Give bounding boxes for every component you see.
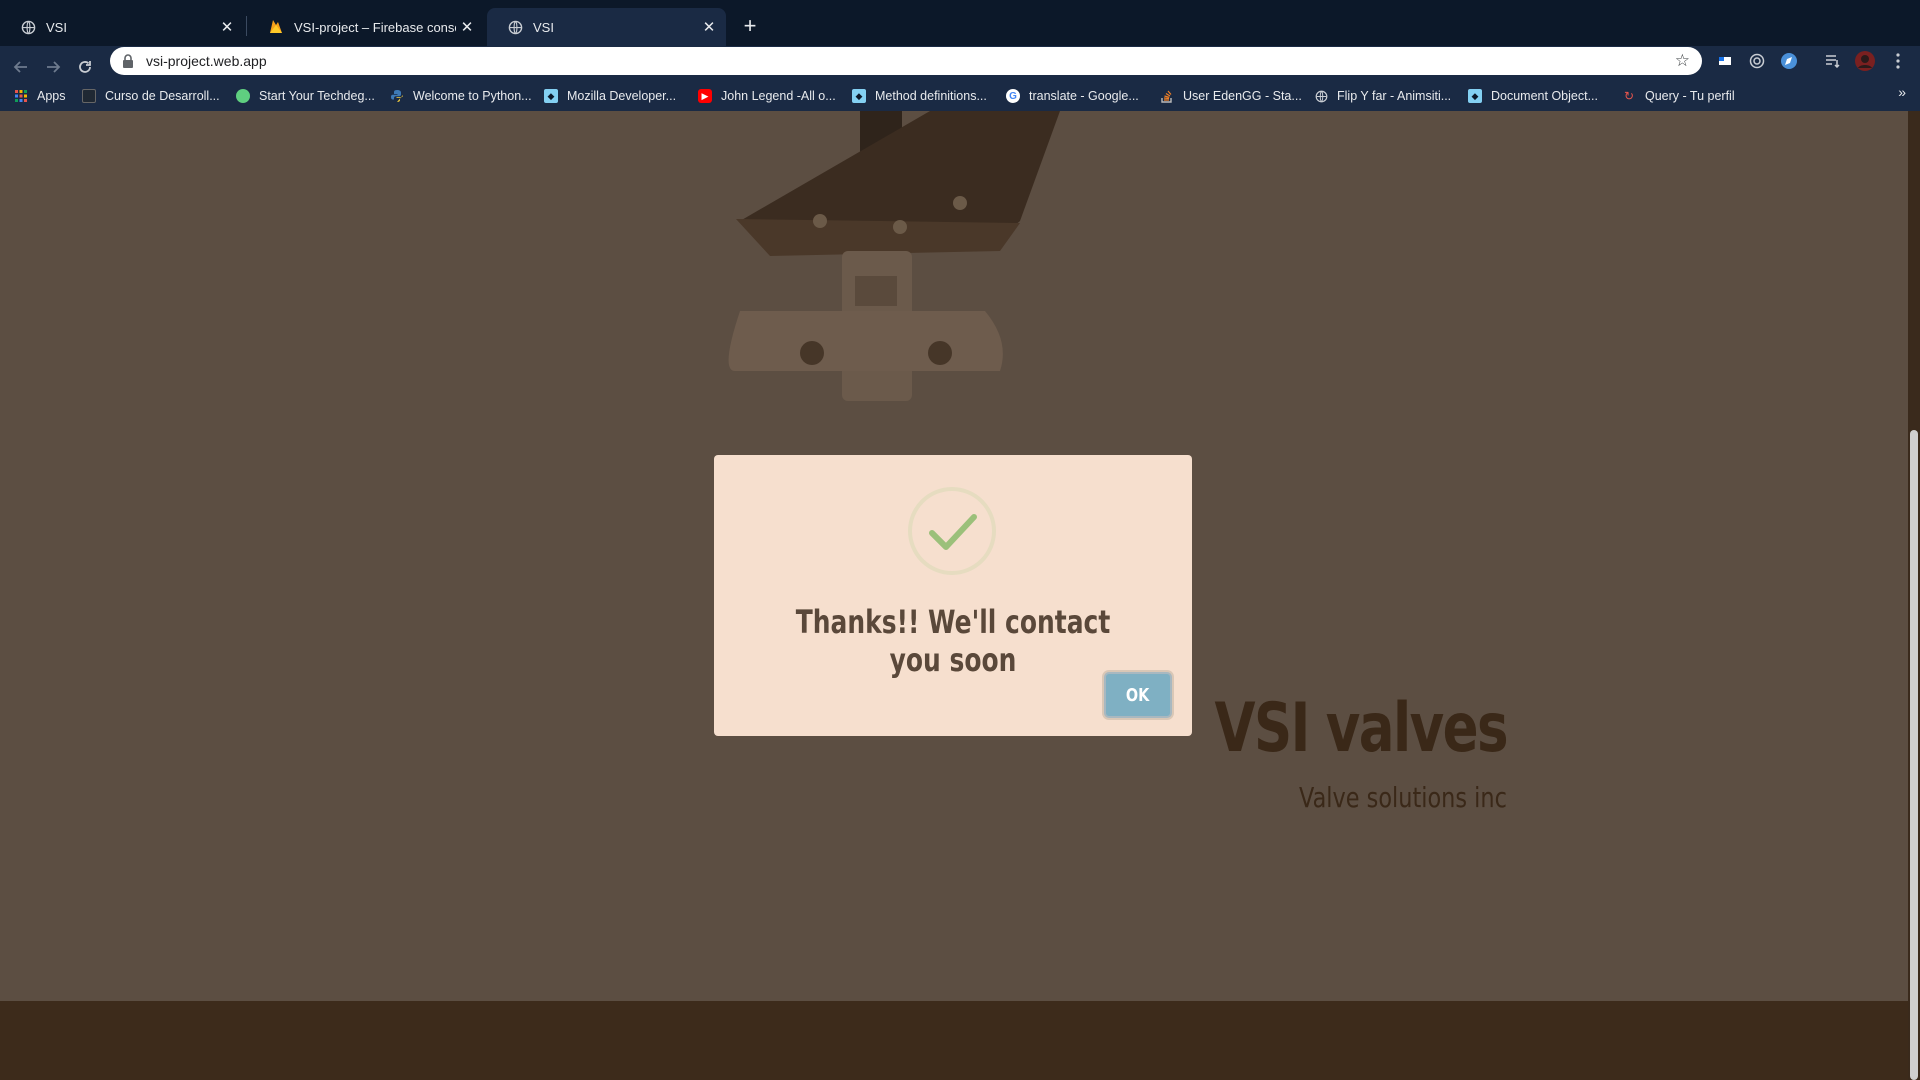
bookmark-john-legend[interactable]: ▶ John Legend -All o... — [698, 86, 836, 106]
bookmark-label: translate - Google... — [1029, 89, 1139, 103]
ok-button-label: OK — [1126, 684, 1150, 706]
back-button[interactable] — [10, 56, 32, 78]
success-dialog: Thanks!! We'll contact you soon OK — [714, 455, 1192, 736]
bookmark-label: Method definitions... — [875, 89, 987, 103]
dialog-message-text: Thanks!! We'll contact you soon — [795, 603, 1111, 679]
stackoverflow-icon — [1160, 89, 1174, 103]
bookmark-python[interactable]: Welcome to Python... — [390, 86, 532, 106]
bookmark-label: Flip Y far - Animsiti... — [1337, 89, 1452, 103]
bookmark-label: Welcome to Python... — [413, 89, 532, 103]
bookmark-curso[interactable]: Curso de Desarroll... — [82, 86, 220, 106]
ok-button[interactable]: OK — [1104, 672, 1172, 718]
globe-icon — [20, 19, 36, 35]
tab-close-icon[interactable]: ✕ — [216, 16, 238, 38]
tab-close-icon[interactable]: ✕ — [698, 16, 720, 38]
footer — [0, 1001, 1908, 1080]
tab-firebase-console[interactable]: VSI-project – Firebase console ✕ — [248, 8, 484, 46]
bookmark-document-object[interactable]: ◆ Document Object... — [1468, 86, 1598, 106]
bookmark-label: Document Object... — [1491, 89, 1598, 103]
bookmark-label: Start Your Techdeg... — [259, 89, 375, 103]
python-icon — [390, 89, 404, 103]
url-text: vsi-project.web.app — [146, 53, 267, 69]
tab-vsi-active[interactable]: VSI ✕ — [487, 8, 726, 46]
bookmark-star-icon[interactable]: ☆ — [1675, 51, 1690, 71]
address-bar[interactable]: vsi-project.web.app ☆ — [110, 47, 1702, 75]
bookmarks-bar: Apps Curso de Desarroll... Start Your Te… — [0, 80, 1920, 111]
treehouse-icon — [236, 89, 250, 103]
browser-menu-icon[interactable] — [1887, 50, 1909, 72]
checkmark-icon — [929, 514, 977, 550]
query-icon: ↻ — [1623, 89, 1635, 103]
bookmark-translate[interactable]: G translate - Google... — [1006, 86, 1139, 106]
tab-title: VSI-project – Firebase console — [294, 19, 456, 35]
bookmark-label: Mozilla Developer... — [567, 89, 677, 103]
hero-title: VSI valves — [1214, 689, 1508, 768]
google-icon: G — [1006, 89, 1020, 103]
bookmark-icon — [82, 89, 96, 103]
new-tab-button[interactable]: + — [736, 12, 764, 40]
profile-avatar-icon[interactable] — [1854, 50, 1876, 72]
bookmark-label: John Legend -All o... — [721, 89, 836, 103]
forward-button[interactable] — [42, 56, 64, 78]
compass-extension-icon[interactable] — [1778, 50, 1800, 72]
bookmark-apps[interactable]: Apps — [14, 86, 66, 106]
scrollbar-thumb[interactable] — [1910, 430, 1918, 1080]
bookmark-method-definitions[interactable]: ◆ Method definitions... — [852, 86, 987, 106]
bookmark-label: Query - Tu perfil — [1645, 89, 1735, 103]
globe-icon — [1314, 89, 1328, 103]
tab-separator — [246, 16, 247, 36]
dialog-message: Thanks!! We'll contact you soon — [714, 603, 1192, 679]
bookmark-label: User EdenGG - Sta... — [1183, 89, 1302, 103]
tab-vsi-1[interactable]: VSI ✕ — [0, 8, 244, 46]
tab-title: VSI — [46, 19, 67, 35]
reading-list-icon[interactable] — [1822, 50, 1844, 72]
bookmark-label: Apps — [37, 89, 66, 103]
firebase-icon — [268, 19, 284, 35]
mdn-icon: ◆ — [1468, 89, 1482, 103]
more-bookmarks-icon[interactable]: » — [1898, 84, 1906, 100]
globe-icon — [507, 19, 523, 35]
mdn-icon: ◆ — [544, 89, 558, 103]
bookmark-flip-y[interactable]: Flip Y far - Animsiti... — [1314, 86, 1451, 106]
apps-grid-icon — [14, 89, 28, 103]
youtube-icon: ▶ — [698, 89, 712, 103]
extension-icon[interactable] — [1714, 50, 1736, 72]
mdn-icon: ◆ — [852, 89, 866, 103]
tab-title: VSI — [533, 19, 554, 35]
lock-icon — [122, 54, 136, 68]
reload-button[interactable] — [74, 56, 96, 78]
bookmark-mdn[interactable]: ◆ Mozilla Developer... — [544, 86, 676, 106]
target-extension-icon[interactable] — [1746, 50, 1768, 72]
bookmark-query[interactable]: ↻ Query - Tu perfil — [1622, 86, 1735, 106]
bookmark-stackoverflow[interactable]: User EdenGG - Sta... — [1160, 86, 1302, 106]
bookmark-techdegree[interactable]: Start Your Techdeg... — [236, 86, 375, 106]
tab-strip: VSI ✕ VSI-project – Firebase console ✕ V… — [0, 0, 1920, 46]
hero-subtitle: Valve solutions inc — [1299, 781, 1507, 814]
tab-close-icon[interactable]: ✕ — [456, 16, 478, 38]
bookmark-label: Curso de Desarroll... — [105, 89, 220, 103]
